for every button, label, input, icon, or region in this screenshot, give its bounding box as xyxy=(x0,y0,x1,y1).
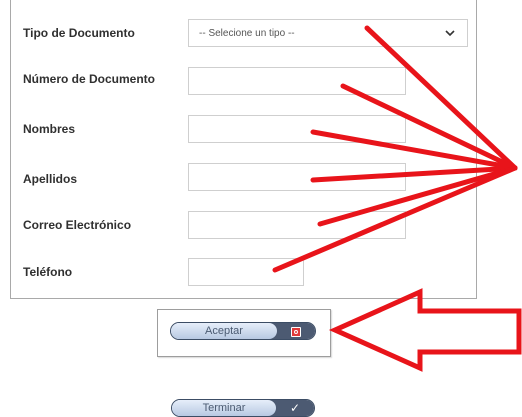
telefono-input[interactable] xyxy=(188,258,304,286)
apellidos-label: Apellidos xyxy=(23,172,78,186)
annotation-arrow-outline xyxy=(328,288,522,372)
aceptar-button-label: Aceptar xyxy=(171,323,277,339)
tipo-documento-select[interactable]: -- Selecione un tipo -- xyxy=(188,19,468,47)
close-icon xyxy=(291,327,301,337)
correo-electronico-input[interactable] xyxy=(188,211,406,239)
apellidos-input[interactable] xyxy=(188,163,406,191)
numero-documento-input[interactable] xyxy=(188,67,406,95)
terminar-button[interactable]: Terminar ✓ xyxy=(171,399,315,417)
correo-electronico-label: Correo Electrónico xyxy=(23,218,132,232)
chevron-down-icon xyxy=(445,30,455,37)
terminar-button-label: Terminar xyxy=(172,400,276,416)
tipo-documento-value: -- Selecione un tipo -- xyxy=(199,27,295,39)
aceptar-button[interactable]: Aceptar xyxy=(170,322,316,340)
tipo-documento-label: Tipo de Documento xyxy=(23,26,135,40)
nombres-input[interactable] xyxy=(188,115,406,143)
numero-documento-label: Número de Documento xyxy=(23,72,156,86)
telefono-label: Teléfono xyxy=(23,265,73,279)
nombres-label: Nombres xyxy=(23,122,76,136)
